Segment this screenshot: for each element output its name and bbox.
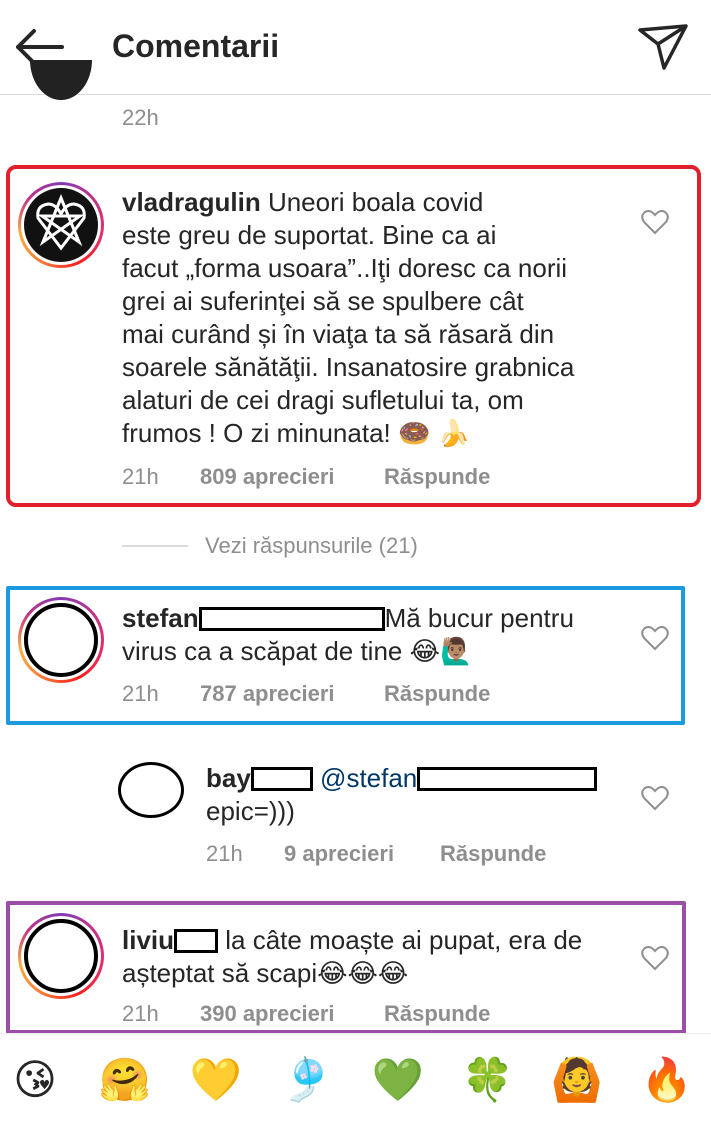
comment-time: 21h [122,464,159,489]
reply-button[interactable]: Răspunde [440,840,546,868]
redaction-box [417,767,598,791]
avatar[interactable] [118,762,184,818]
comment-time: 21h [122,681,159,706]
comment-username[interactable]: stefan [122,603,199,633]
comment-time: 22h [122,105,159,130]
emoji-quick-bar: 😘 🤗 💛 🎐 💚 🍀 🙆 🔥 [0,1033,711,1130]
top-bar [0,0,711,95]
likes-count[interactable]: 809 aprecieri [200,463,335,491]
emoji-green-heart-button[interactable]: 💚 [368,1054,428,1106]
reply-button[interactable]: Răspunde [384,680,490,708]
like-heart-icon[interactable] [641,785,669,811]
comment-username[interactable]: liviu [122,925,174,955]
redaction-box [250,767,313,791]
comment-time: 21h [122,1001,159,1026]
emoji-fire-button[interactable]: 🔥 [637,1054,697,1106]
like-heart-icon[interactable] [641,945,669,971]
comment-username[interactable]: vladragulin [122,187,261,217]
reply-button[interactable]: Răspunde [384,463,490,491]
reply-username[interactable]: bay [206,763,251,793]
avatar[interactable] [30,60,92,100]
share-button[interactable] [632,18,692,74]
avatar[interactable] [18,182,104,268]
comment-time: 21h [206,841,243,866]
redaction-box [198,607,385,631]
comment-body: vladragulin Uneori boala covid este greu… [122,187,575,448]
avatar[interactable] [18,913,104,999]
likes-count[interactable]: 787 aprecieri [200,680,335,708]
view-replies-link[interactable]: Vezi răspunsurile (21) [205,532,418,560]
emoji-kiss-button[interactable]: 😘 [5,1054,65,1106]
page-title: Comentarii [112,28,280,64]
emoji-wind-chime-button[interactable]: 🎐 [277,1054,337,1106]
heartagram-icon [36,194,86,251]
emoji-clover-button[interactable]: 🍀 [458,1054,518,1106]
emoji-hug-button[interactable]: 🤗 [95,1054,155,1106]
reply-body: bay @stefan epic=))) [206,762,626,828]
comment-body: stefan Mă bucur pentru virus ca a scăpat … [122,603,574,666]
like-heart-icon[interactable] [641,625,669,651]
redaction-box [174,929,219,953]
like-heart-icon[interactable] [641,209,669,235]
reply-button[interactable]: Răspunde [384,1000,490,1028]
emoji-person-ok-button[interactable]: 🙆 [547,1054,607,1106]
likes-count[interactable]: 9 aprecieri [284,840,394,868]
emoji-yellow-heart-button[interactable]: 💛 [186,1054,246,1106]
avatar[interactable] [18,597,104,683]
mention-link[interactable]: @stefan [320,763,417,793]
likes-count[interactable]: 390 aprecieri [200,1000,335,1028]
comment-body: liviu la câte moaște ai pupat, era de aș… [122,925,583,988]
paper-plane-icon [638,24,688,70]
divider [122,545,188,547]
